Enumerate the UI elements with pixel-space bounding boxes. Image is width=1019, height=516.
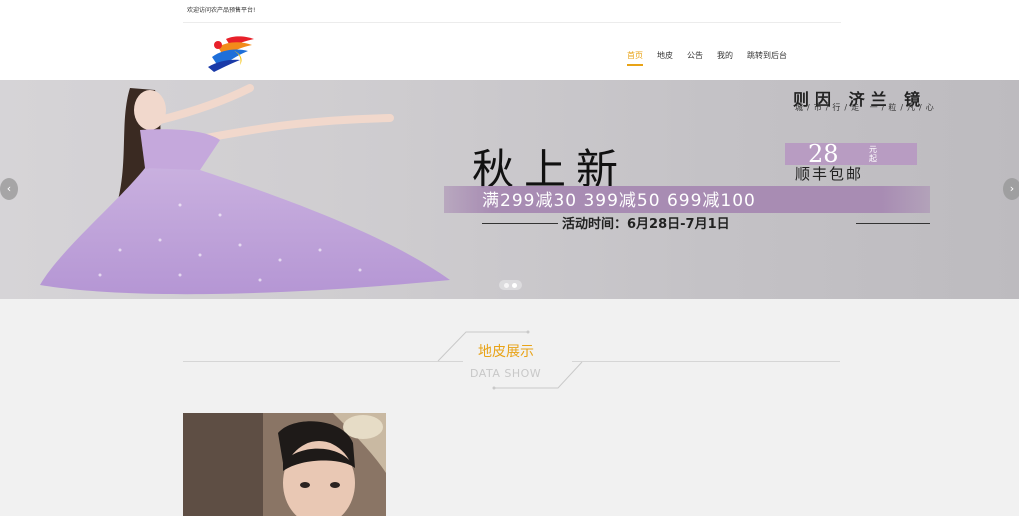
welcome-text: 欢迎访问农产品预售平台! (187, 7, 256, 14)
top-header: 欢迎访问农产品预售平台! 首页 地皮 公告 我的 跳转到后台 (0, 0, 1019, 80)
banner-date-line-left (482, 223, 558, 224)
main-nav: 首页 地皮 公告 我的 跳转到后台 (620, 46, 794, 68)
banner-pagination (499, 280, 522, 290)
banner-price-unit: 元起 (869, 145, 877, 163)
banner-brand-slogan: 城/市/行/走 一/粒/凡/心 (795, 103, 938, 112)
nav-land[interactable]: 地皮 (650, 46, 680, 66)
banner-dot-2[interactable] (512, 282, 517, 288)
section-subtitle: DATA SHOW (470, 367, 542, 380)
nav-admin[interactable]: 跳转到后台 (740, 46, 794, 66)
banner-date: 活动时间：6月28日-7月1日 (562, 217, 730, 232)
banner-shipping: 顺丰包邮 (795, 165, 864, 183)
nav-notice[interactable]: 公告 (680, 46, 710, 66)
banner-prev-icon[interactable]: ‹ (0, 178, 18, 200)
banner-model-image (40, 84, 450, 295)
banner-price-box (785, 143, 917, 165)
nav-mine[interactable]: 我的 (710, 46, 740, 66)
banner-dot-1[interactable] (504, 282, 509, 288)
banner-offer: 满299减30 399减50 699减100 (482, 191, 756, 211)
header-divider (183, 22, 841, 23)
nav-home[interactable]: 首页 (620, 46, 650, 66)
banner-date-line-right (856, 223, 930, 224)
section-title: 地皮展示 (478, 344, 534, 360)
land-card-image[interactable] (183, 413, 386, 516)
section-line-right (572, 361, 840, 362)
section-line-left (183, 361, 463, 362)
banner-next-icon[interactable]: › (1003, 178, 1019, 200)
site-logo[interactable] (204, 33, 260, 73)
portrait-image (183, 413, 386, 516)
